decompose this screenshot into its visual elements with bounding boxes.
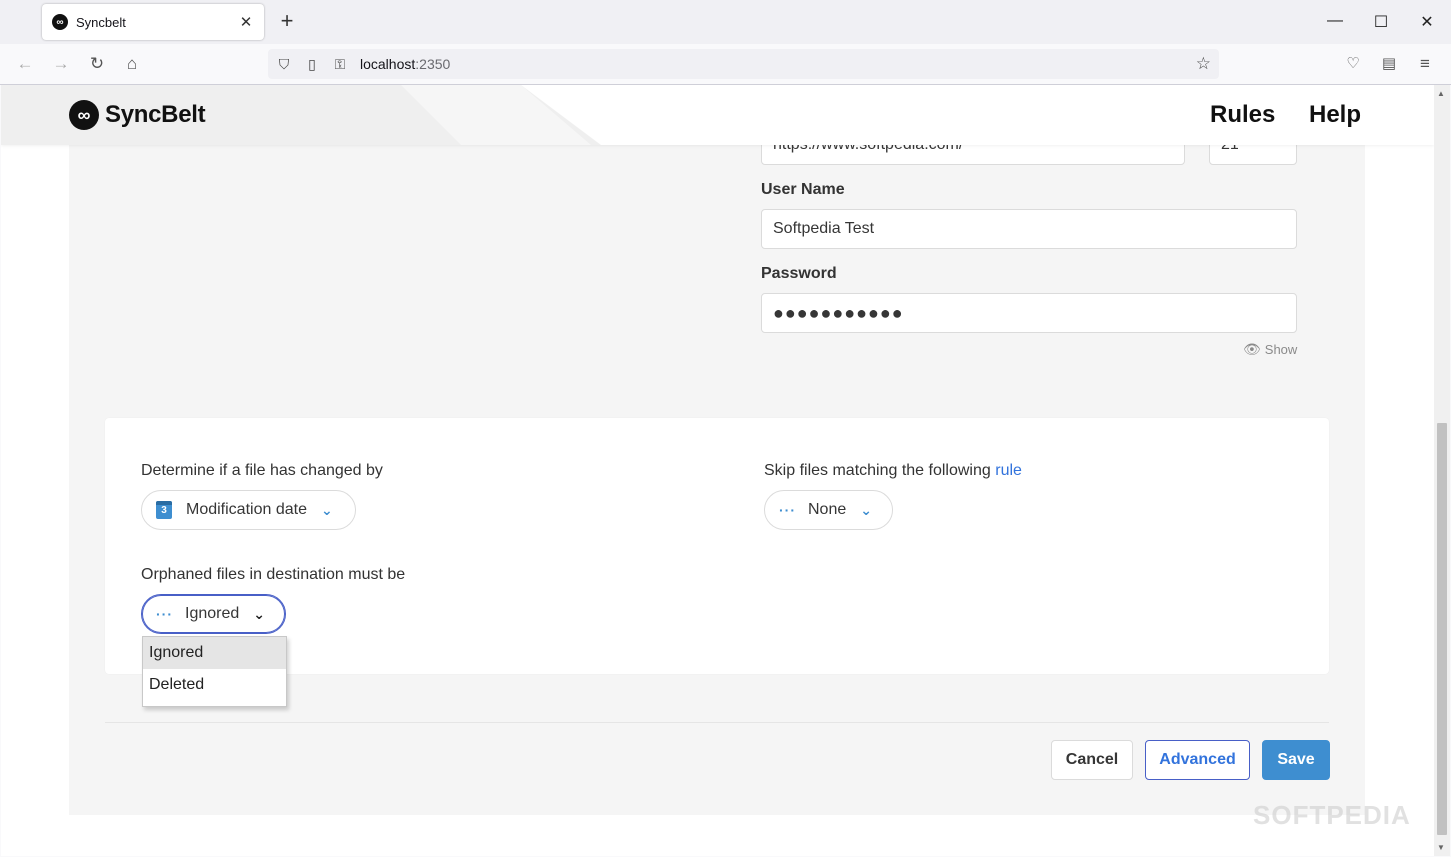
orphaned-label: Orphaned files in destination must be: [141, 566, 406, 583]
address-bar[interactable]: ⛉ ▯ ⚿ localhost:2350 ☆: [268, 49, 1219, 79]
orphaned-value: Ignored: [185, 605, 240, 622]
bookmark-star-icon[interactable]: ☆: [1196, 54, 1211, 74]
password-field[interactable]: ●●●●●●●●●●●: [761, 293, 1297, 333]
new-tab-button[interactable]: +: [276, 10, 298, 32]
tab-title: Syncbelt: [76, 14, 126, 30]
chevron-down-icon: ⌄: [860, 501, 872, 518]
options-card: Determine if a file has changed by 3 Mod…: [105, 418, 1329, 674]
option-ignored[interactable]: Ignored: [143, 637, 286, 669]
syncbelt-favicon-icon: ∞: [52, 14, 68, 30]
eye-icon: 👁: [1243, 341, 1261, 357]
nav-help[interactable]: Help: [1309, 101, 1361, 129]
logo-text: SyncBelt: [105, 101, 206, 128]
nav-rules[interactable]: Rules: [1210, 101, 1275, 129]
page-scrollbar[interactable]: ▲ ▼: [1434, 85, 1450, 856]
advanced-button[interactable]: Advanced: [1145, 740, 1250, 780]
close-window-icon[interactable]: ✕: [1417, 12, 1437, 32]
skip-rule-select[interactable]: ··· None ⌄: [764, 490, 893, 530]
changed-by-select[interactable]: 3 Modification date ⌄: [141, 490, 356, 530]
username-field[interactable]: Softpedia Test: [761, 209, 1297, 249]
footer-divider: [105, 722, 1329, 723]
ellipsis-icon: ···: [779, 502, 796, 518]
orphaned-dropdown-list: Ignored Deleted: [142, 636, 287, 707]
cancel-button[interactable]: Cancel: [1051, 740, 1133, 780]
save-button[interactable]: Save: [1262, 740, 1330, 780]
forward-arrow-icon[interactable]: →: [50, 53, 72, 75]
username-label: User Name: [761, 181, 845, 198]
key-icon[interactable]: ⚿: [332, 56, 348, 73]
sidebar-icon[interactable]: ▤: [1378, 53, 1400, 75]
browser-tab[interactable]: ∞ Syncbelt ✕: [42, 4, 264, 40]
calendar-icon: 3: [156, 501, 172, 519]
app-header: ∞ SyncBelt Rules Help: [1, 85, 1434, 145]
option-deleted[interactable]: Deleted: [143, 669, 286, 701]
skip-rule-value: None: [808, 501, 847, 518]
shield-icon[interactable]: ⛉: [276, 56, 292, 73]
browser-nav-bar: ← → ↻ ⌂ ⛉ ▯ ⚿ localhost:2350 ☆ ♡ ▤ ≡: [0, 44, 1451, 85]
rule-form-container: https://www.softpedia.com/ 21 User Name …: [69, 85, 1365, 815]
changed-by-label: Determine if a file has changed by: [141, 462, 383, 479]
pocket-icon[interactable]: ♡: [1342, 53, 1364, 75]
menu-icon[interactable]: ≡: [1414, 53, 1436, 75]
password-label: Password: [761, 265, 837, 282]
show-password-toggle[interactable]: 👁 Show: [1243, 341, 1297, 358]
infinity-logo-icon: ∞: [69, 100, 99, 130]
back-arrow-icon[interactable]: ←: [14, 53, 36, 75]
reload-icon[interactable]: ↻: [86, 53, 108, 75]
ellipsis-icon: ···: [156, 606, 173, 622]
scroll-down-icon[interactable]: ▼: [1437, 843, 1445, 852]
show-password-label: Show: [1264, 342, 1298, 357]
close-tab-icon[interactable]: ✕: [238, 13, 254, 31]
page-info-icon[interactable]: ▯: [304, 56, 320, 73]
skip-files-label: Skip files matching the following rule: [764, 462, 1022, 479]
chevron-down-icon: ⌄: [320, 501, 333, 518]
changed-by-value: Modification date: [186, 501, 307, 518]
home-icon[interactable]: ⌂: [121, 53, 143, 75]
rule-link[interactable]: rule: [995, 462, 1022, 479]
chevron-down-icon: ⌄: [253, 605, 265, 622]
maximize-window-icon[interactable]: ☐: [1371, 12, 1391, 32]
orphaned-select[interactable]: ··· Ignored ⌄: [141, 594, 286, 634]
page-viewport: https://www.softpedia.com/ 21 User Name …: [1, 85, 1434, 856]
softpedia-watermark: SOFTPEDIA: [1253, 800, 1411, 830]
url-text[interactable]: localhost:2350: [360, 56, 450, 72]
minimize-window-icon[interactable]: —: [1325, 12, 1345, 30]
syncbelt-logo[interactable]: ∞ SyncBelt: [69, 100, 206, 130]
scrollbar-thumb[interactable]: [1437, 423, 1447, 835]
scroll-up-icon[interactable]: ▲: [1437, 89, 1445, 98]
browser-tab-bar: ∞ Syncbelt ✕ + — ☐ ✕: [0, 0, 1451, 44]
